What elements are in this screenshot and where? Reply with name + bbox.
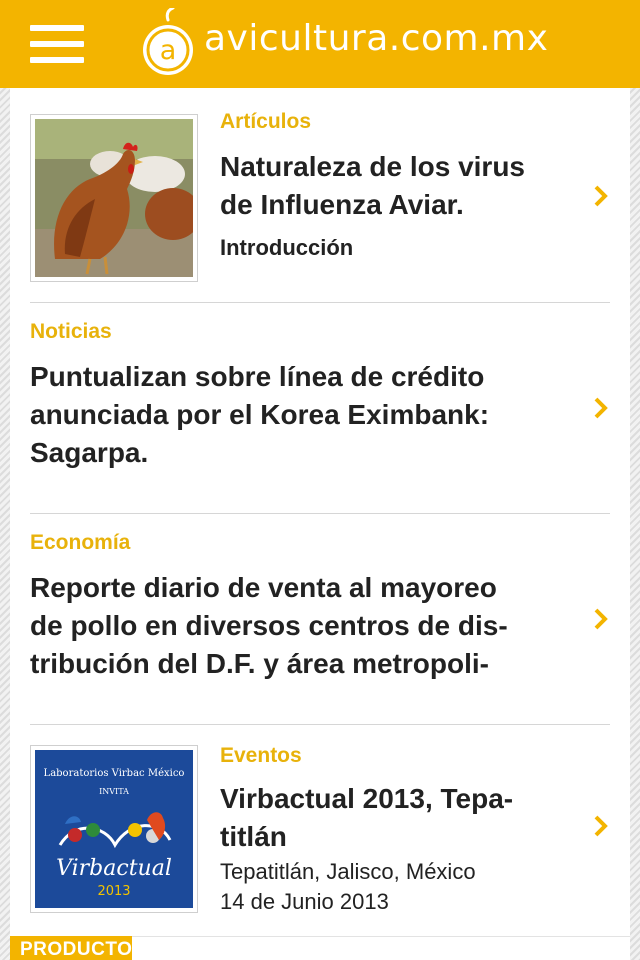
hens-photo: [35, 119, 193, 277]
chevron-right-icon[interactable]: [592, 396, 610, 420]
poster-line1: Laboratorios Virbac México: [44, 768, 185, 779]
divider: [30, 302, 610, 303]
chevron-right-icon[interactable]: [592, 814, 610, 838]
item-category: Noticias: [30, 320, 112, 343]
poster-year: 2013: [97, 884, 130, 899]
event-date: 14 de Junio 2013: [220, 889, 389, 914]
item-title[interactable]: Naturaleza de los virus de Influenza Avi…: [220, 148, 580, 224]
virbactual-poster: Laboratorios Virbac México INVITA Virbac…: [35, 750, 193, 908]
divider: [30, 513, 610, 514]
productos-tab[interactable]: PRODUCTOS: [10, 936, 132, 960]
hens-thumbnail: [30, 114, 198, 282]
list-item-articulos[interactable]: Artículos Naturaleza de los virus de Inf…: [30, 110, 610, 284]
list-item-eventos[interactable]: Laboratorios Virbac México INVITA Virbac…: [30, 744, 610, 914]
item-title[interactable]: Reporte diario de venta al mayoreo de po…: [30, 569, 590, 683]
logo-letter: a: [160, 35, 177, 66]
event-location: Tepatitlán, Jalisco, México: [220, 859, 476, 884]
news-feed: Artículos Naturaleza de los virus de Inf…: [10, 88, 630, 960]
item-category: Economía: [30, 531, 131, 554]
logo-icon[interactable]: a: [140, 6, 196, 78]
list-item-noticias[interactable]: Noticias Puntualizan sobre línea de créd…: [30, 320, 610, 480]
site-name[interactable]: avicultura.com.mx: [204, 18, 548, 59]
divider: [30, 724, 610, 725]
chevron-right-icon[interactable]: [592, 607, 610, 631]
hamburger-menu-icon[interactable]: [30, 25, 84, 63]
item-category: Artículos: [220, 110, 312, 133]
item-title[interactable]: Virbactual 2013, Tepa- titlán: [220, 780, 580, 856]
list-item-economia[interactable]: Economía Reporte diario de venta al mayo…: [30, 531, 610, 691]
item-title[interactable]: Puntualizan sobre línea de crédito anunc…: [30, 358, 590, 472]
item-subtitle: Introducción: [220, 235, 354, 260]
event-thumbnail: Laboratorios Virbac México INVITA Virbac…: [30, 745, 198, 913]
app-header: a avicultura.com.mx: [0, 0, 640, 88]
poster-line2: INVITA: [99, 787, 129, 796]
chevron-right-icon[interactable]: [592, 184, 610, 208]
item-category: Eventos: [220, 744, 302, 767]
poster-brand: Virbactual: [56, 856, 172, 881]
